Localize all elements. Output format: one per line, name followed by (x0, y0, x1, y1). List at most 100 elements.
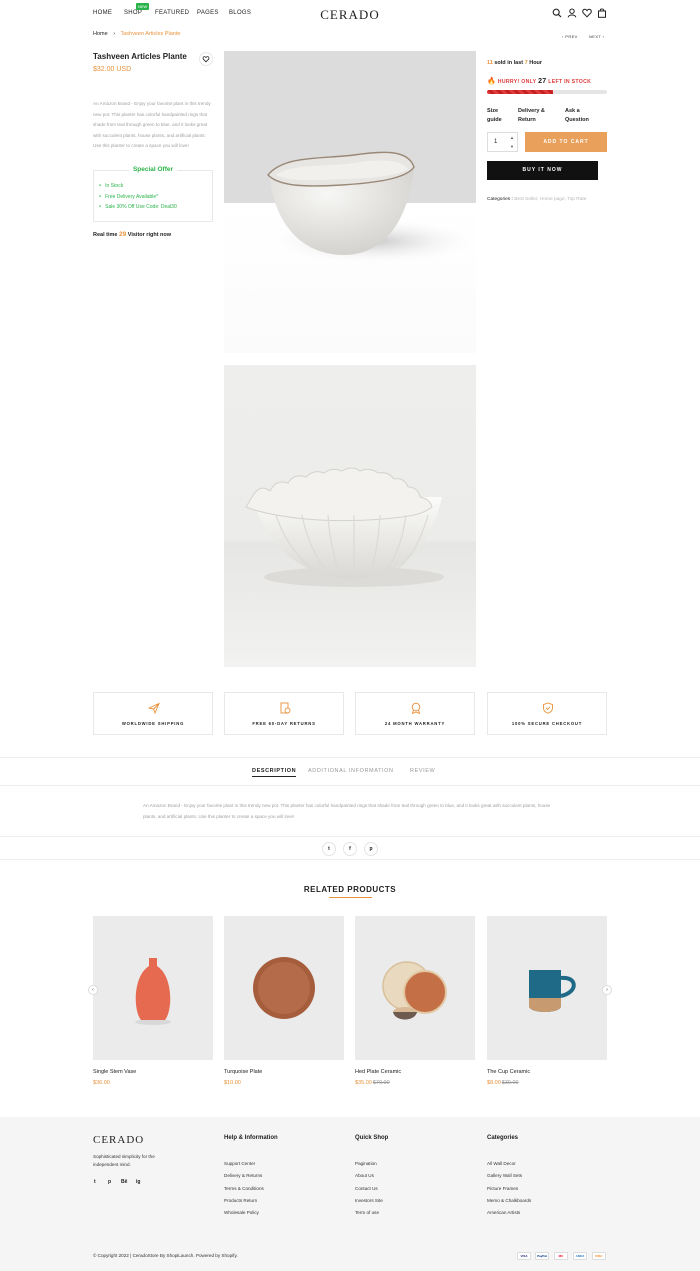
product-card-image[interactable] (224, 916, 344, 1060)
product-price: $35.00$70.00 (355, 1080, 390, 1086)
mastercard-icon: MC (554, 1252, 568, 1260)
product-card-image[interactable] (355, 916, 475, 1060)
pinterest-share-icon[interactable]: p (364, 842, 378, 856)
instagram-icon[interactable]: ig (136, 1179, 140, 1185)
product-image-second[interactable] (224, 365, 476, 667)
product-wishlist-button[interactable] (199, 52, 213, 66)
product-image-main[interactable] (224, 51, 476, 353)
delivery-return-link[interactable]: Delivery & Return (518, 107, 554, 125)
carousel-prev-button[interactable]: ‹ (88, 985, 98, 995)
prev-product-link[interactable]: ‹ PREV (562, 34, 578, 39)
twitter-share-icon[interactable]: t (322, 842, 336, 856)
footer-link[interactable]: Contact Us (355, 1186, 378, 1191)
ask-question-link[interactable]: Ask a Question (565, 107, 601, 125)
footer-link[interactable]: About Us (355, 1173, 374, 1178)
twitter-icon[interactable]: t (94, 1179, 96, 1185)
old-price: $70.00 (372, 1080, 390, 1086)
stock-warning: 🔥 HURRY! ONLY 27 LEFT IN STOCK (487, 78, 592, 85)
nav-pages[interactable]: PAGES (197, 10, 219, 16)
cart-icon[interactable] (597, 8, 607, 18)
footer-link[interactable]: Memo & Chalkboards (487, 1198, 531, 1203)
feature-warranty: 24 MONTH WARRANTY (355, 692, 475, 735)
footer-link[interactable]: Pagination (355, 1161, 377, 1166)
next-product-link[interactable]: NEXT › (589, 34, 604, 39)
quantity-increase-icon[interactable]: ▲ (510, 135, 514, 140)
footer-link[interactable]: Wholesale Policy (224, 1210, 259, 1215)
tab-review[interactable]: REVIEW (410, 768, 435, 774)
divider (0, 836, 700, 837)
product-name[interactable]: Single Stem Vase (93, 1069, 136, 1075)
product-price: $36.00 (93, 1080, 110, 1086)
tab-additional-information[interactable]: ADDITIONAL INFORMATION (308, 768, 394, 774)
product-name[interactable]: Hed Plate Ceramic (355, 1069, 401, 1075)
wishlist-icon[interactable] (582, 8, 592, 18)
quantity-decrease-icon[interactable]: ▼ (510, 144, 514, 149)
size-guide-link[interactable]: Size guide (487, 107, 511, 125)
tab-description[interactable]: DESCRIPTION (252, 768, 297, 777)
fire-icon: 🔥 (487, 78, 497, 85)
special-offer-title: Special Offer (93, 166, 213, 173)
add-to-cart-button[interactable]: ADD TO CART (525, 132, 607, 152)
pinterest-icon[interactable]: p (108, 1179, 111, 1185)
product-description: An Amazon Brand - Enjoy your favorite pl… (93, 101, 211, 148)
carousel-next-button[interactable]: › (602, 985, 612, 995)
old-price: $30.00 (501, 1080, 519, 1086)
product-title: Tashveen Articles Plante (93, 52, 187, 61)
white-bowl-image (267, 151, 474, 263)
vase-image (135, 958, 171, 1025)
divider (0, 859, 700, 860)
categories-line: Categories : Best Seller, Home page, Top… (487, 197, 587, 202)
nav-featured[interactable]: FEATURED (155, 10, 189, 16)
product-name[interactable]: Turquoise Plate (224, 1069, 262, 1075)
search-icon[interactable] (552, 8, 562, 18)
stock-progress-bar (487, 90, 607, 94)
footer-link[interactable]: Terms & Conditions (224, 1186, 264, 1191)
scalloped-bowl-image (245, 467, 444, 587)
paypal-icon: PayPal (535, 1252, 549, 1260)
behance-icon[interactable]: Bē (121, 1179, 127, 1185)
nav-blogs[interactable]: BLOGS (229, 10, 251, 16)
tab-description-content: An Amazon Brand - Enjoy your favorite pl… (143, 803, 551, 819)
footer-link[interactable]: Term of use (355, 1210, 379, 1215)
nav-home[interactable]: HOME (93, 10, 112, 16)
nav-shop[interactable]: SHOP (124, 10, 142, 16)
product-price: $8.00$30.00 (487, 1080, 519, 1086)
product-card-image[interactable] (93, 916, 213, 1060)
footer-link[interactable]: Products Return (224, 1198, 257, 1203)
categories-links[interactable]: Best Seller, Home page, Top Rate (514, 197, 586, 202)
footer-link[interactable]: American Artists (487, 1210, 520, 1215)
footer-link[interactable]: Investors Site (355, 1198, 383, 1203)
offer-item: Sale 30% Off Use Code: Deal30 (99, 204, 177, 210)
buy-now-button[interactable]: BUY IT NOW (487, 161, 598, 180)
breadcrumb-current: Tashveen Articles Plante (120, 31, 181, 37)
offer-item: In Stock (99, 183, 123, 189)
offer-item: Free Delivery Available* (99, 194, 158, 200)
realtime-visitors: Real time 29 Visitor right now (93, 231, 172, 238)
footer-link[interactable]: Support Center (224, 1161, 255, 1166)
footer-col-title: Quick Shop (355, 1135, 389, 1141)
breadcrumb-home[interactable]: Home (93, 31, 108, 37)
amex-icon: AMEX (573, 1252, 587, 1260)
footer-col-title: Categories (487, 1135, 519, 1141)
footer-tagline: Sophisticated simplicity for the indepen… (93, 1154, 155, 1167)
product-price: $32.00 USD (93, 66, 132, 73)
quantity-value[interactable]: 1 (494, 139, 497, 145)
footer-link[interactable]: Picture Frames (487, 1186, 518, 1191)
chevron-right-icon: › (601, 34, 605, 39)
heart-icon (202, 56, 210, 63)
quantity-stepper[interactable]: 1 ▲ ▼ (487, 132, 518, 152)
related-products-title: RELATED PRODUCTS (303, 885, 397, 894)
copyright: © Copyright 2022 | CeradoStore By ShopiL… (93, 1253, 238, 1258)
footer-link[interactable]: All Wall Decor (487, 1161, 516, 1166)
discover-icon: DISC (592, 1252, 606, 1260)
product-price: $10.00 (224, 1080, 241, 1086)
facebook-share-icon[interactable]: f (343, 842, 357, 856)
footer-link[interactable]: Gallery Wall Sets (487, 1173, 522, 1178)
account-icon[interactable] (567, 8, 577, 18)
product-card-image[interactable] (487, 916, 607, 1060)
plate-set-image (382, 961, 447, 1020)
visa-icon: VISA (517, 1252, 531, 1260)
footer-link[interactable]: Delivery & Returns (224, 1173, 262, 1178)
product-name[interactable]: The Cup Ceramic (487, 1069, 530, 1075)
stock-progress-fill (487, 90, 553, 94)
